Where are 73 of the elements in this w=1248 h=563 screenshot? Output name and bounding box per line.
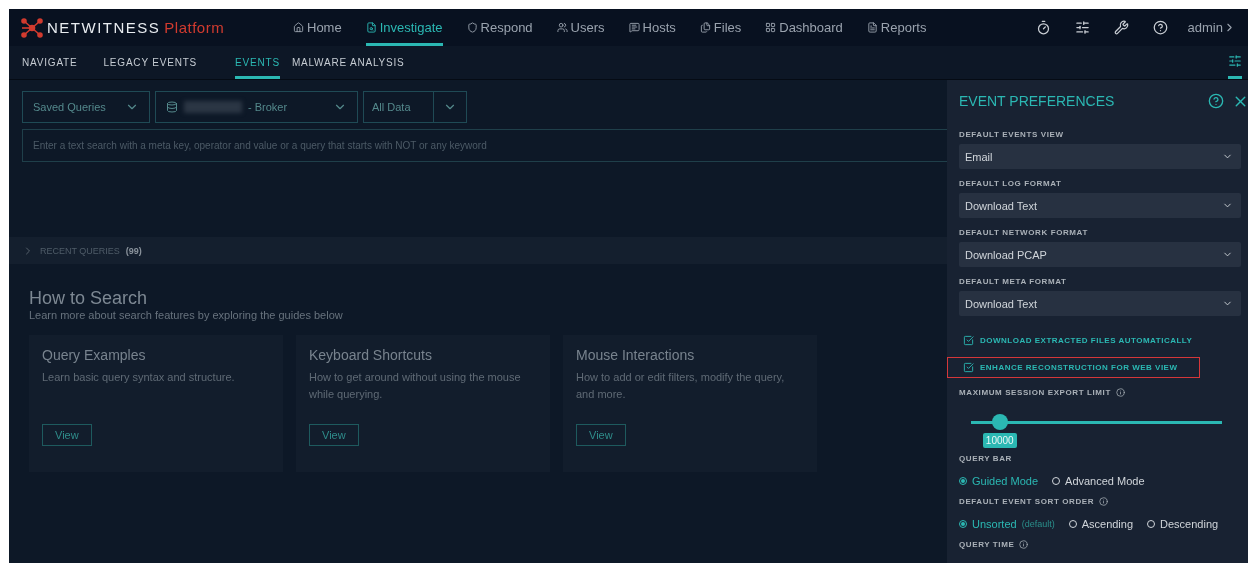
help-icon[interactable]	[1208, 93, 1224, 109]
timer-icon[interactable]	[1035, 20, 1051, 35]
radio-option[interactable]: Advanced Mode	[1052, 475, 1145, 487]
card-title: Keyboard Shortcuts	[309, 347, 433, 363]
file-search-icon	[365, 22, 377, 33]
card-title: Query Examples	[42, 347, 147, 363]
select-field[interactable]: Download Text	[959, 291, 1241, 316]
files-icon	[699, 22, 711, 33]
card-title: Mouse Interactions	[576, 347, 696, 363]
sub-tab[interactable]: EVENTS	[235, 46, 280, 79]
nav-tab[interactable]: Dashboard	[765, 9, 843, 46]
nav-tab[interactable]: Hosts	[628, 9, 676, 46]
database-icon	[166, 101, 178, 113]
time-range-dropdown[interactable]: All Data	[363, 91, 467, 123]
card-text: How to add or edit filters, modify the query, and more.	[576, 370, 786, 402]
chat-icon	[628, 22, 640, 33]
field-label: DEFAULT LOG FORMAT	[959, 179, 1063, 188]
settings-icon[interactable]	[1228, 54, 1242, 68]
checkbox-label: ENHANCE RECONSTRUCTION FOR WEB VIEW	[980, 363, 1178, 372]
redaction-mark	[184, 101, 242, 113]
wrench-icon[interactable]	[1113, 20, 1129, 35]
card-text: How to get around without using the mouse while querying.	[309, 370, 522, 402]
select-field[interactable]: Download PCAP	[959, 242, 1241, 267]
radio-option[interactable]: Descending	[1147, 518, 1219, 530]
field-label: DEFAULT EVENTS VIEW	[959, 130, 1065, 139]
info-icon	[1019, 540, 1029, 549]
settings-icon[interactable]	[1074, 20, 1090, 35]
section-title: How to Search	[29, 288, 149, 309]
info-icon	[1115, 388, 1125, 397]
select-field[interactable]: Email	[959, 144, 1241, 169]
view-button[interactable]: View	[576, 424, 626, 446]
field-label: DEFAULT META FORMAT	[959, 277, 1068, 286]
logo-icon	[21, 17, 43, 38]
sub-tab[interactable]: MALWARE ANALYSIS	[291, 46, 405, 79]
field-label: DEFAULT NETWORK FORMAT	[959, 228, 1089, 237]
field-label: MAXIMUM SESSION EXPORT LIMIT	[959, 388, 1241, 397]
radio-option[interactable]: Ascending	[1068, 518, 1134, 530]
logo-name: NETWITNESS	[47, 19, 161, 36]
sub-tab[interactable]: LEGACY EVENTS	[103, 46, 198, 79]
shield-icon	[466, 22, 478, 33]
checkbox-label: DOWNLOAD EXTRACTED FILES AUTOMATICALLY	[980, 336, 1193, 345]
nav-tab[interactable]: Users	[556, 9, 605, 46]
info-icon	[1099, 497, 1109, 506]
field-label: QUERY TIME	[959, 540, 1241, 549]
slider-value: 10000	[982, 433, 1017, 448]
card-text: Learn basic query syntax and structure.	[42, 370, 236, 385]
nav-tab[interactable]: Respond	[466, 9, 533, 46]
help-icon[interactable]	[1152, 20, 1168, 35]
logo-product: Platform	[164, 19, 225, 36]
nav-tab[interactable]: Home	[293, 9, 342, 46]
checkbox[interactable]	[963, 362, 974, 373]
nav-tab[interactable]: Reports	[866, 9, 927, 46]
checkbox[interactable]	[963, 335, 974, 346]
service-dropdown[interactable]: - Broker	[155, 91, 358, 123]
saved-queries-dropdown[interactable]: Saved Queries	[22, 91, 150, 123]
sub-tab[interactable]: NAVIGATE	[22, 46, 78, 79]
view-button[interactable]: View	[309, 424, 359, 446]
people-icon	[556, 22, 568, 33]
recent-queries-count: (99)	[125, 245, 142, 256]
house-icon	[293, 22, 304, 33]
select-field[interactable]: Download Text	[959, 193, 1241, 218]
grid-icon	[765, 22, 777, 33]
field-label: QUERY BAR	[959, 454, 1013, 463]
field-label: DEFAULT EVENT SORT ORDER	[959, 497, 1241, 506]
section-subtitle: Learn more about search features by exploring the guides below	[29, 309, 344, 321]
radio-option[interactable]: Unsorted (default)	[959, 518, 1055, 530]
nav-tab[interactable]: Files	[699, 9, 742, 46]
radio-option[interactable]: Guided Mode	[959, 475, 1039, 487]
view-button[interactable]: View	[42, 424, 92, 446]
document-icon	[866, 22, 878, 33]
panel-title: EVENT PREFERENCES	[959, 93, 1116, 109]
user-menu[interactable]: admin	[1187, 20, 1236, 35]
slider-thumb[interactable]	[991, 414, 1008, 430]
